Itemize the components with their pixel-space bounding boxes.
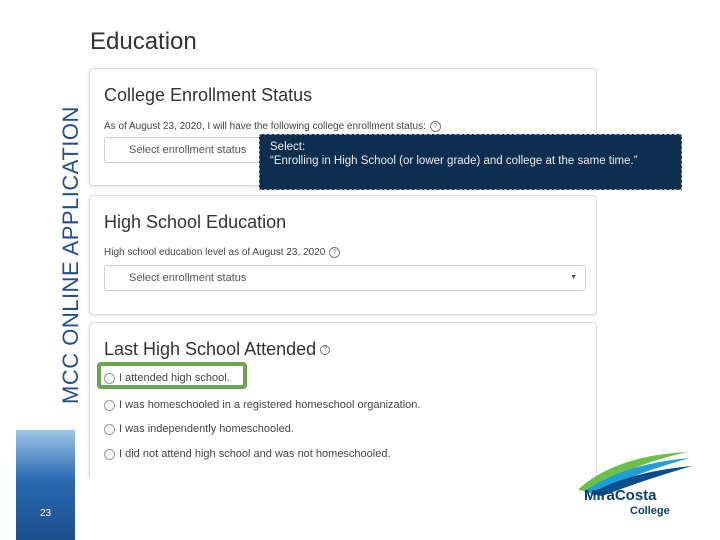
logo-line-1: MiraCosta (584, 487, 657, 504)
high-school-card: High School Education High school educat… (89, 195, 597, 315)
enrollment-status-value: Select enrollment status (129, 144, 247, 156)
page-number: 23 (39, 508, 52, 519)
radio-button[interactable] (104, 399, 115, 411)
help-icon[interactable]: ? (320, 345, 331, 356)
help-icon[interactable]: ? (429, 121, 441, 132)
callout-line-2: “Enrolling in High School (or lower grad… (270, 155, 638, 167)
enrollment-label-text: As of August 23, 2020, I will have the f… (104, 121, 426, 133)
last-school-card-title: Last High School Attended? (104, 339, 331, 360)
logo-line-2: College (630, 505, 670, 517)
enrollment-label: As of August 23, 2020, I will have the f… (104, 121, 441, 132)
enrollment-card-title: College Enrollment Status (104, 85, 313, 105)
radio-option-registered-homeschool[interactable]: I was homeschooled in a registered homes… (104, 399, 420, 411)
application-screenshot: Education College Enrollment Status As o… (87, 0, 597, 478)
wave-logo-icon: MiraCosta College (578, 452, 692, 517)
help-icon[interactable]: ? (329, 247, 341, 258)
callout-line-1: Select: (270, 141, 306, 153)
side-bar (16, 430, 75, 540)
radio-option-did-not-attend[interactable]: I did not attend high school and was not… (104, 448, 391, 460)
high-school-card-title: High School Education (104, 212, 287, 232)
radio-option-label: I was independently homeschooled. (119, 423, 294, 435)
page-title: Education (90, 28, 197, 55)
highlight-box (97, 362, 247, 389)
chevron-down-icon: ▼ (570, 274, 577, 281)
last-school-title-text: Last High School Attended (104, 339, 317, 359)
radio-option-label: I was homeschooled in a registered homes… (119, 399, 421, 411)
high-school-label: High school education level as of August… (104, 247, 341, 259)
instruction-callout: Select: “Enrolling in High School (or lo… (259, 134, 682, 190)
radio-button[interactable] (104, 423, 115, 435)
radio-option-independent-homeschool[interactable]: I was independently homeschooled. (104, 423, 294, 435)
side-title: MCC ONLINE APPLICATION (0, 0, 83, 430)
radio-option-label: I did not attend high school and was not… (119, 448, 391, 460)
radio-button[interactable] (104, 448, 115, 460)
high-school-label-text: High school education level as of August… (104, 247, 326, 259)
last-school-card: Last High School Attended? I attended hi… (89, 322, 597, 478)
high-school-level-value: Select enrollment status (129, 272, 247, 284)
college-logo: MiraCosta College (570, 448, 695, 518)
side-title-text: MCC ONLINE APPLICATION (58, 106, 83, 404)
high-school-level-select[interactable]: Select enrollment status ▼ (104, 265, 586, 291)
